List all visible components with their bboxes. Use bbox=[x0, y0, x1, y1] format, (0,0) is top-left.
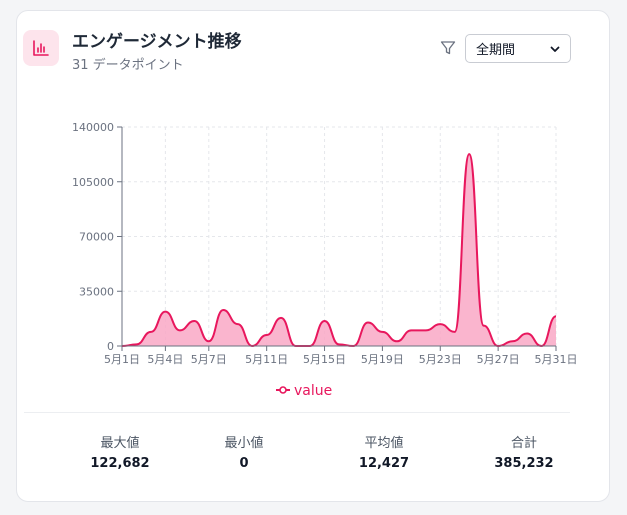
stat-min-label: 最小値 bbox=[224, 436, 264, 451]
x-tick-label: 5月15日 bbox=[303, 353, 346, 366]
series-line bbox=[121, 153, 557, 348]
x-tick-label: 5月4日 bbox=[147, 353, 183, 366]
legend-point-marker bbox=[279, 386, 287, 394]
x-tick-label: 5月1日 bbox=[104, 353, 140, 366]
stat-average: 平均値 12,427 bbox=[324, 432, 444, 471]
stat-total-value: 385,232 bbox=[494, 456, 554, 471]
stat-total: 合計 385,232 bbox=[464, 432, 584, 471]
stat-max-value: 122,682 bbox=[90, 456, 150, 471]
y-tick-label: 105000 bbox=[72, 176, 114, 189]
x-tick-label: 5月19日 bbox=[361, 353, 404, 366]
y-tick-label: 35000 bbox=[79, 285, 114, 298]
engagement-chart: 0 35000 70000 105000 140000 5月1日 5月4日 5月7日 5月11日… bbox=[72, 121, 578, 399]
stat-min: 最小値 0 bbox=[184, 432, 304, 471]
stat-average-value: 12,427 bbox=[358, 456, 410, 471]
stat-max: 最大値 122,682 bbox=[60, 432, 180, 471]
series-area bbox=[122, 154, 556, 346]
stat-total-label: 合計 bbox=[510, 436, 537, 451]
x-tick-label: 5月27日 bbox=[477, 353, 520, 366]
legend-label: value bbox=[294, 383, 332, 399]
y-tick-label: 140000 bbox=[72, 121, 114, 134]
x-tick-label: 5月7日 bbox=[191, 353, 227, 366]
x-tick-label: 5月23日 bbox=[419, 353, 462, 366]
y-tick-label: 0 bbox=[107, 340, 114, 353]
x-tick-label: 5月11日 bbox=[245, 353, 288, 366]
divider bbox=[24, 412, 570, 413]
x-tick-label: 5月31日 bbox=[535, 353, 578, 366]
stat-max-label: 最大値 bbox=[100, 436, 140, 451]
y-tick-label: 70000 bbox=[79, 231, 114, 244]
stat-min-value: 0 bbox=[239, 456, 249, 471]
stat-average-label: 平均値 bbox=[364, 436, 404, 451]
